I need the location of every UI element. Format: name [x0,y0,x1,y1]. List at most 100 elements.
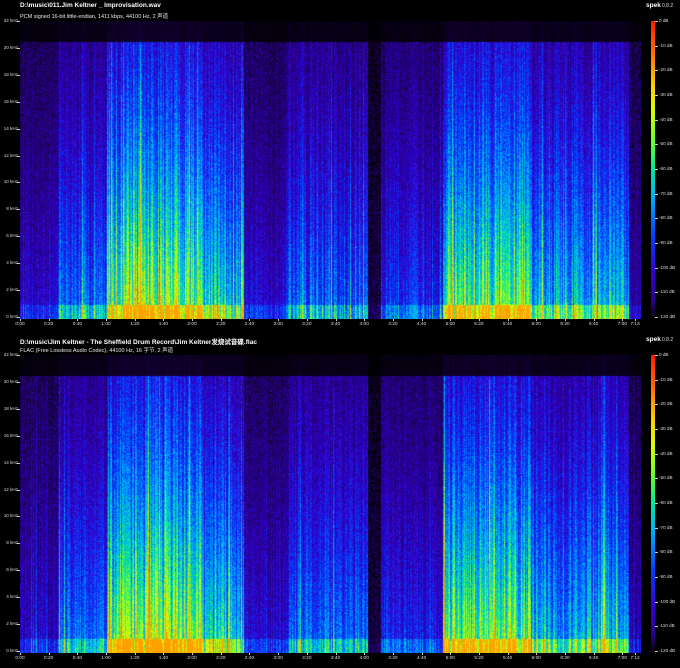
db-tick-label: 0 dB [659,352,669,357]
time-tick-mark [536,319,538,321]
frequency-tick-label: 8 kHz [6,540,18,546]
time-tick-mark [306,319,308,321]
time-tick-mark [192,319,194,321]
time-tick-mark [249,319,251,321]
db-tick-label: -10 dB [659,376,673,382]
time-tick-label: 0:40 [72,656,83,661]
time-tick-mark [622,653,624,655]
db-tick-label: -40 dB [659,450,673,456]
time-tick-mark [106,319,108,321]
frequency-tick-label: 14 kHz [3,459,18,465]
file-info: PCM signed 16-bit little-endian, 1411 kb… [20,14,169,20]
time-tick-mark [507,319,509,321]
time-tick-mark [335,653,337,655]
time-tick-label: 5:40 [502,656,513,661]
time-tick-label: 5:20 [474,656,484,661]
time-tick-mark [478,653,480,655]
time-tick-mark [220,319,222,321]
time-tick-label: 5:00 [445,656,455,661]
db-tick-mark [655,601,658,603]
db-tick-label: -60 dB [659,500,673,505]
time-tick-label: 0:40 [72,322,83,327]
frequency-tick-label: 16 kHz [3,432,18,438]
time-tick-mark [220,653,222,655]
frequency-tick-label: 8 kHz [6,206,18,212]
time-tick-mark [421,653,423,655]
time-tick-label: 3:20 [302,322,312,327]
file-title: D:\music\011.Jim Keltner _ Improvisation… [20,2,161,9]
time-tick-mark [192,653,194,655]
time-tick-mark [48,653,50,655]
db-tick-mark [655,193,658,195]
time-tick-mark [364,319,366,321]
db-tick-label: -100 dB [659,598,676,604]
time-tick-label: 7:00 [617,656,628,661]
time-tick-mark [593,319,595,321]
time-tick-mark [163,653,165,655]
time-tick-label: 6:40 [589,322,599,327]
db-tick-label: -90 dB [659,240,673,245]
time-tick-mark [106,653,108,655]
frequency-tick-label: 10 kHz [3,179,18,185]
time-tick-mark [48,319,50,321]
frequency-tick-label: 0 kHz [6,314,18,319]
time-tick-mark [564,319,566,321]
time-tick-label: 2:00 [187,322,197,327]
time-tick-label: 4:20 [388,322,398,327]
time-tick-label: 3:20 [302,656,312,661]
db-tick-mark [655,552,658,554]
db-tick-label: -30 dB [659,426,673,431]
db-tick-mark [655,169,658,170]
time-tick-label: 2:20 [216,656,226,661]
time-tick-label: 4:20 [388,656,398,661]
db-tick-mark [655,119,658,121]
time-tick-label: 3:40 [330,656,341,661]
time-tick-label: 2:40 [244,656,255,661]
db-tick-label: -100 dB [659,264,676,270]
time-tick-mark [77,653,79,655]
time-tick-mark [20,653,21,655]
db-tick-mark [655,453,658,455]
db-tick-label: 0 dB [659,18,669,23]
time-tick-mark [77,319,79,321]
db-tick-label: -50 dB [659,141,673,147]
frequency-tick-label: 18 kHz [3,405,18,411]
time-tick-mark [163,319,165,321]
db-tick-mark [655,21,658,22]
time-tick-label: 3:00 [273,656,283,661]
db-tick-mark [655,292,658,294]
frequency-tick-label: 20 kHz [3,378,18,384]
time-tick-label: 2:20 [216,322,226,327]
frequency-tick-label: 6 kHz [6,567,18,573]
time-tick-label: 1:00 [101,322,111,327]
time-tick-mark [134,653,136,655]
time-tick-mark [306,653,308,655]
frequency-tick-label: 2 kHz [6,287,18,293]
app-name: spek [646,2,661,9]
db-tick-mark [655,503,658,504]
time-tick-mark [593,653,595,655]
db-tick-mark [655,355,658,356]
db-tick-label: -80 dB [659,549,673,555]
time-tick-label: 1:20 [130,322,140,327]
db-tick-mark [655,651,658,652]
time-tick-mark [278,653,280,655]
time-tick-mark [249,653,251,655]
spectrogram-pane-top: D:\music\011.Jim Keltner _ Improvisation… [0,0,680,334]
db-tick-mark [655,577,658,578]
db-tick-mark [655,379,658,381]
db-colorbar [651,21,655,319]
time-tick-label: 1:00 [101,656,111,661]
frequency-tick-label: 14 kHz [3,125,18,131]
time-tick-label: 1:20 [130,656,140,661]
db-tick-mark [655,527,658,529]
db-tick-mark [655,218,658,220]
frequency-tick-label: 22 kHz [3,352,18,357]
db-tick-mark [655,404,658,406]
time-tick-label: 0:00 [15,322,25,327]
db-tick-label: -40 dB [659,116,673,122]
time-tick-mark [392,319,394,321]
time-tick-mark [635,319,636,321]
db-tick-label: -120 dB [659,648,676,653]
time-tick-label: 4:40 [416,656,427,661]
